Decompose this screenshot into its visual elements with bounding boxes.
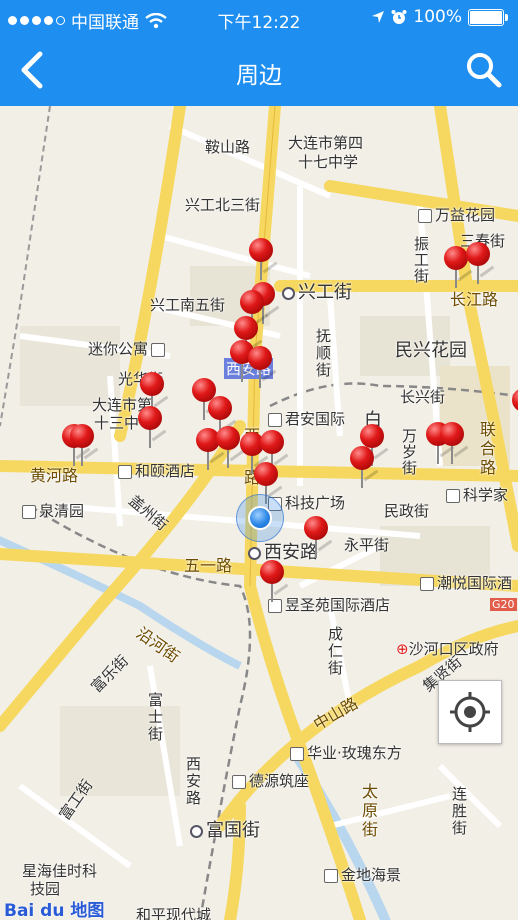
map-label: 大连市第四: [288, 134, 364, 152]
map-label: 兴工南五街: [150, 296, 226, 314]
map-label: 万益花园: [418, 204, 495, 225]
map-label-text: 德源筑座: [249, 772, 310, 790]
map-label: 华业·玫瑰东方: [290, 742, 402, 763]
map-label: 富士街: [148, 691, 164, 743]
map-label: 振工街: [414, 235, 430, 285]
map-view[interactable]: 鞍山路 大连市第四 十七中学 兴工北三街 万益花园 振工街 三春街 兴工街 长江…: [0, 106, 518, 920]
map-label: 潮悦国际酒: [420, 572, 512, 593]
map-pin[interactable]: [348, 446, 379, 490]
highway-badge: G20: [490, 598, 517, 611]
nav-bar: 周边: [0, 36, 518, 106]
poi-icon: [420, 576, 434, 591]
search-button[interactable]: [464, 50, 504, 90]
poi-icon: [290, 746, 304, 761]
map-pin[interactable]: [464, 242, 495, 286]
map-label-text: 科技广场: [285, 494, 346, 512]
map-label: 西安路: [186, 755, 202, 807]
map-pin[interactable]: [510, 388, 518, 432]
map-pin[interactable]: [302, 516, 333, 560]
poi-icon: [118, 464, 132, 479]
poi-icon: [151, 342, 166, 357]
poi-icon: [446, 488, 460, 503]
map-pin[interactable]: [246, 346, 277, 390]
map-label: 泉清园: [22, 500, 84, 521]
map-label: 和颐酒店: [118, 460, 195, 481]
map-label: 德源筑座: [232, 770, 309, 791]
map-label-text: 华业·玫瑰东方: [307, 744, 402, 762]
map-label: 富国街: [190, 816, 260, 842]
map-label-text: 万益花园: [435, 206, 496, 224]
map-label: 成仁街: [328, 625, 344, 677]
metro-station-icon: [190, 824, 203, 838]
map-label-text: 迷你公寓: [88, 340, 149, 358]
map-pin[interactable]: [136, 406, 167, 450]
locate-me-icon: [450, 692, 490, 732]
map-label: 民政街: [384, 502, 430, 520]
baidu-logo-text: Bai du 地图: [4, 901, 105, 920]
battery-icon: [468, 8, 504, 26]
alarm-icon: [391, 10, 407, 24]
poi-icon: [268, 412, 282, 427]
map-label: 长兴街: [400, 388, 446, 406]
map-pin[interactable]: [68, 424, 99, 468]
poi-icon: [324, 868, 338, 883]
government-icon: ⊕: [396, 640, 409, 658]
map-label: 金地海景: [324, 864, 401, 885]
map-label: 兴工街: [282, 278, 352, 304]
battery-tip: [505, 13, 508, 21]
map-label: 联合路: [480, 420, 497, 477]
baidu-map-logo: Bai du 地图: [4, 896, 104, 920]
map-label-text: 潮悦国际酒: [437, 574, 513, 592]
battery-percent: 100%: [413, 7, 462, 27]
map-label-text: 君安国际: [285, 410, 346, 428]
map-label: 五一路: [184, 556, 233, 575]
map-pin[interactable]: [438, 422, 469, 466]
current-location-marker: [236, 494, 284, 542]
map-label-text: 昱圣苑国际酒店: [285, 596, 391, 614]
status-bar: 中国联通 下午12:22 100%: [0, 0, 518, 36]
map-label-text: 金地海景: [341, 866, 402, 884]
map-label: 十三中: [94, 414, 140, 432]
search-icon: [467, 53, 502, 88]
poi-icon: [22, 504, 36, 519]
location-arrow-icon: [372, 11, 385, 23]
poi-icon: [232, 774, 246, 789]
locate-me-button[interactable]: [438, 680, 502, 744]
map-label: 和平现代城: [136, 906, 212, 920]
map-label: 兴工北三街: [185, 196, 261, 214]
map-label: 连胜街: [452, 785, 468, 837]
map-label: 昱圣苑国际酒店: [268, 594, 390, 615]
map-label: 抚顺街: [316, 327, 332, 379]
metro-station-icon: [282, 286, 295, 300]
map-label: 迷你公寓: [88, 338, 168, 359]
map-label-text: 兴工街: [298, 282, 352, 303]
map-label: 万岁街: [402, 427, 418, 477]
map-label: 十七中学: [298, 153, 359, 171]
map-label-text: 富国街: [206, 820, 260, 841]
map-label: 科学家: [446, 484, 508, 505]
map-label-text: 和颐酒店: [135, 462, 196, 480]
map-pin[interactable]: [258, 560, 289, 604]
map-label: 永平街: [344, 536, 390, 554]
map-label: 民兴花园: [395, 340, 467, 361]
map-label-text: 泉清园: [39, 502, 85, 520]
poi-icon: [418, 208, 432, 223]
metro-station-icon: [248, 546, 261, 560]
map-label-text: 科学家: [463, 486, 509, 504]
status-right-group: 100%: [371, 7, 508, 27]
page-title: 周边: [236, 63, 282, 89]
map-label: 君安国际: [268, 408, 345, 429]
map-label: 太原街: [362, 782, 379, 839]
map-pin[interactable]: [247, 238, 278, 282]
map-label: 鞍山路: [205, 138, 251, 156]
